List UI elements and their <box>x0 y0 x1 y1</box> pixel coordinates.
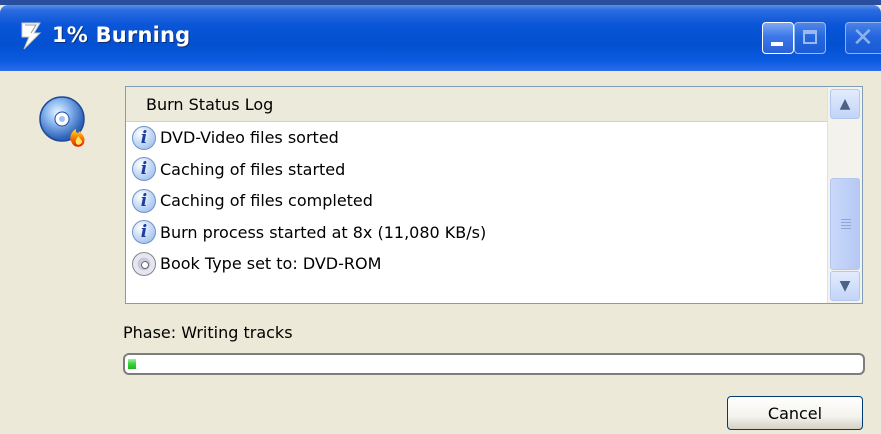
log-entry[interactable]: i Caching of files started <box>132 154 828 186</box>
burn-window: 1% Burning ✕ Burn Status Log i DVD-Video… <box>0 5 881 434</box>
disc-icon <box>132 250 160 278</box>
cancel-button[interactable]: Cancel <box>727 396 863 430</box>
minimize-button[interactable] <box>762 22 794 54</box>
progress-bar <box>123 353 865 375</box>
info-icon: i <box>132 155 160 183</box>
log-entry[interactable]: i DVD-Video files sorted <box>132 122 828 154</box>
chevron-up-icon: ▲ <box>839 96 851 112</box>
chevron-down-icon: ▼ <box>839 278 851 294</box>
window-title: 1% Burning <box>52 23 191 47</box>
info-icon: i <box>132 187 160 215</box>
log-entry-text: DVD-Video files sorted <box>160 128 339 148</box>
burn-disc-icon <box>21 22 42 50</box>
log-entry-text: Caching of files started <box>160 159 346 179</box>
scroll-down-button[interactable]: ▼ <box>830 271 860 301</box>
close-icon: ✕ <box>852 23 874 53</box>
log-header[interactable]: Burn Status Log <box>126 87 828 122</box>
log-entry[interactable]: Book Type set to: DVD-ROM <box>132 248 828 280</box>
log-list: i DVD-Video files sorted i Caching of fi… <box>132 122 828 280</box>
log-scrollbar[interactable]: ▲ ▼ <box>827 87 862 303</box>
burn-status-log[interactable]: Burn Status Log i DVD-Video files sorted… <box>125 86 863 304</box>
close-button[interactable]: ✕ <box>845 22 881 54</box>
scroll-thumb[interactable] <box>830 178 860 270</box>
scroll-up-button[interactable]: ▲ <box>830 89 860 119</box>
phase-label: Phase: Writing tracks <box>123 323 293 342</box>
log-entry[interactable]: i Burn process started at 8x (11,080 KB/… <box>132 217 828 249</box>
log-entry-text: Burn process started at 8x (11,080 KB/s) <box>160 222 487 242</box>
info-icon: i <box>132 218 160 246</box>
log-entry-text: Book Type set to: DVD-ROM <box>160 254 382 274</box>
title-bar[interactable]: 1% Burning ✕ <box>0 5 881 71</box>
maximize-button[interactable] <box>794 22 826 54</box>
log-entry-text: Caching of files completed <box>160 191 373 211</box>
info-icon: i <box>132 124 160 152</box>
maximize-icon <box>803 30 817 44</box>
progress-fill <box>128 359 136 369</box>
minimize-icon <box>771 42 783 46</box>
burning-disc-icon <box>39 96 85 147</box>
log-entry[interactable]: i Caching of files completed <box>132 185 828 217</box>
log-header-label: Burn Status Log <box>146 95 274 114</box>
